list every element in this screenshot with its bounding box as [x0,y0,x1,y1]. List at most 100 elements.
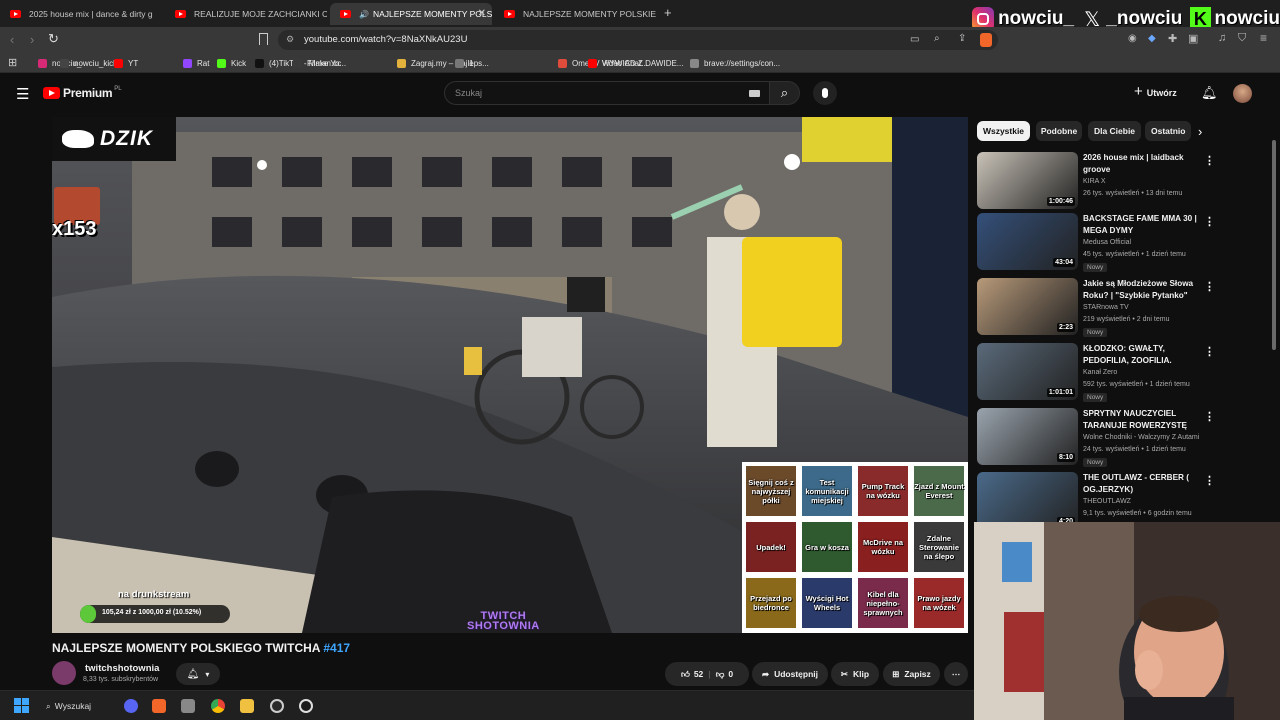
windows-start-icon[interactable] [14,698,29,713]
bookmark-item[interactable]: brave://settings/con... [690,56,780,70]
video-thumbnail[interactable]: 8:10 [977,408,1078,465]
video-player[interactable]: DZIK x153 na drunkstream 105,24 zł z 100… [52,117,968,633]
channel-name[interactable]: KIRA X [1083,178,1106,185]
sidebar-icon[interactable]: ▣ [1188,32,1198,45]
site-info-icon[interactable]: ⚙ [286,34,294,45]
hamburger-menu-icon[interactable]: ☰ [16,85,29,103]
channel-name[interactable]: Wolne Chodniki - Walczymy Z Autami [1083,434,1199,441]
shield-icon[interactable]: ⛉ [1238,32,1246,45]
bookmark-favicon-icon [455,58,464,68]
create-button[interactable]: + Utwórz [1134,83,1177,100]
reload-icon[interactable]: ↻ [48,31,59,47]
browser-tab-1[interactable]: 2025 house mix | dance & dirty g [0,3,168,25]
url-field[interactable]: ⚙ youtube.com/watch?v=8NaXNkAU23U ▭ ⌕ ⇪ [278,30,998,50]
dislike-button[interactable]: 👎︎ 0 [716,669,733,680]
bookmark-item[interactable]: Kick [217,56,246,70]
recommended-video[interactable]: 1:00:46 2026 house mix | laidback groove K… [977,152,1217,210]
notifications-bell-icon[interactable]: 🔔︎ [1201,85,1218,101]
video-title[interactable]: THE OUTLAWZ - CERBER ( OG.JERZYK) [1083,472,1207,496]
brave-shields-icon[interactable] [980,33,992,47]
apps-grid-icon[interactable]: ⊞ [8,56,17,69]
channel-name[interactable]: Medusa Official [1083,239,1131,246]
new-tab-button[interactable]: + [664,5,672,20]
browser-tab-3-active[interactable]: 🔊 NAJLEPSZE MOMENTY POLSK ✕ [330,3,492,25]
video-thumbnail[interactable]: 43:04 [977,213,1078,270]
more-options-icon[interactable]: ⋮ [1204,280,1215,293]
back-icon[interactable]: ‹ [10,32,14,47]
keyboard-icon[interactable] [749,90,760,97]
video-thumbnail[interactable]: 1:00:46 [977,152,1078,209]
menu-icon[interactable]: ≡ [1260,31,1267,45]
youtube-logo[interactable]: Premium PL [43,86,122,100]
wallet-icon[interactable]: ◆ [1148,33,1156,44]
more-options-icon[interactable]: ⋮ [1204,474,1215,487]
chips-next-icon[interactable]: › [1198,124,1202,139]
video-title[interactable]: 2026 house mix | laidback groove [1083,152,1207,176]
video-title[interactable]: BACKSTAGE FAME MMA 30 | MEGA DYMY [1083,213,1207,237]
recommended-video[interactable]: 1:01:01 KŁODZKO: GWAŁTY, PEDOFILIA, ZOOFI… [977,343,1217,402]
channel-name[interactable]: STARnowa TV [1083,304,1129,311]
channel-name[interactable]: twitchshotownia [85,663,159,674]
bookmark-label: Filman.cc [307,58,342,68]
like-button[interactable]: 👍︎ 52 [681,669,703,680]
browser-tab-2[interactable]: REALIZUJE MOJE ZACHCIANKI CIĄŻC [165,3,327,25]
bookmark-item[interactable]: Zagraj.my – Najleps... [397,56,489,70]
search-app-icon[interactable] [299,699,313,713]
share-icon[interactable]: ⇪ [958,33,966,44]
tab-close-icon[interactable]: ✕ [478,8,486,19]
recommended-video[interactable]: 43:04 BACKSTAGE FAME MMA 30 | MEGA DYMY Me… [977,213,1217,272]
file-explorer-icon[interactable] [240,699,254,713]
video-thumbnail[interactable]: 1:01:01 [977,343,1078,400]
taskbar-search[interactable]: ⌕ Wyszukaj [46,696,108,716]
recommended-video[interactable]: 2:23 Jakie są Młodzieżowe Słowa Roku? | "… [977,278,1217,337]
bookmark-item[interactable]: nowciu_kick [60,56,117,70]
forward-icon[interactable]: › [30,32,34,47]
search-input[interactable]: Szukaj [444,81,770,105]
cast-icon[interactable]: ▭ [910,34,919,45]
more-options-icon[interactable]: ⋮ [1204,345,1215,358]
bookmark-item[interactable]: YT [114,56,138,70]
chrome-icon[interactable] [211,699,225,713]
discord-icon[interactable] [124,699,138,713]
video-title[interactable]: KŁODZKO: GWAŁTY, PEDOFILIA, ZOOFILIA. WS… [1083,343,1207,367]
save-button[interactable]: ⊞ Zapisz [883,662,940,686]
clip-button[interactable]: ✂ Klip [831,662,879,686]
more-actions-button[interactable]: ⋯ [944,662,968,686]
bookmark-item[interactable]: WYWIAD Z DAWIDE... [588,56,683,70]
obs-icon[interactable] [270,699,284,713]
filter-chip[interactable]: Wszystkie [977,121,1030,141]
more-options-icon[interactable]: ⋮ [1204,154,1215,167]
brave-browser-icon[interactable] [152,699,166,713]
video-hashtag[interactable]: #417 [323,641,350,655]
channel-name[interactable]: Kanał Zero [1083,369,1117,376]
filter-chip[interactable]: Dla Ciebie [1088,121,1141,141]
save-playlist-icon: ⊞ [892,668,900,679]
more-options-icon[interactable]: ⋮ [1204,410,1215,423]
subscription-bell-button[interactable]: 🔔︎ ▾ [176,663,220,685]
video-title[interactable]: Jakie są Młodzieżowe Słowa Roku? | "Szyb… [1083,278,1207,302]
video-thumbnail[interactable]: 4:20 [977,472,1078,529]
browser-tab-4[interactable]: NAJLEPSZE MOMENTY POLSKIEGO T [494,3,656,25]
search-button[interactable]: ⌕ [770,81,800,105]
filter-chip[interactable]: Podobne [1036,121,1082,141]
avatar[interactable] [1233,84,1252,103]
sidebar-scrollbar[interactable] [1272,140,1276,350]
bookmark-item[interactable]: 1 [455,56,473,70]
bookmark-page-icon[interactable] [259,33,268,45]
more-options-icon[interactable]: ⋮ [1204,215,1215,228]
channel-avatar[interactable] [52,661,76,685]
app-icon[interactable] [181,699,195,713]
bookmark-item[interactable]: Filman.cc [293,56,341,70]
recommended-video[interactable]: 8:10 SPRYTNY NAUCZYCIEL TARANUJE ROWERZYS… [977,408,1217,467]
bookmark-item[interactable]: Rat [183,56,209,70]
zoom-icon[interactable]: ⌕ [934,33,940,44]
video-thumbnail[interactable]: 2:23 [977,278,1078,335]
share-button[interactable]: ➦ Udostępnij [752,662,828,686]
channel-name[interactable]: THEOUTLAWZ [1083,498,1131,505]
extensions-icon[interactable]: ✚ [1168,32,1177,45]
vpn-icon[interactable]: ◉ [1128,33,1137,44]
video-title[interactable]: SPRYTNY NAUCZYCIEL TARANUJE ROWERZYSTĘ P… [1083,408,1207,432]
filter-chip[interactable]: Ostatnio [1145,121,1191,141]
media-icon[interactable]: ♫ [1218,32,1226,44]
voice-search-button[interactable] [813,81,837,105]
